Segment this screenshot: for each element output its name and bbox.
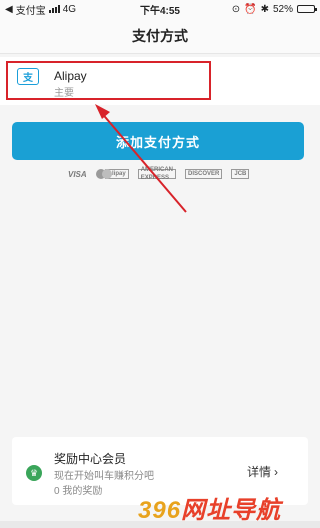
details-label: 详情 [247,465,272,479]
chevron-right-icon: › [274,464,279,479]
rewards-count: 0 我的奖励 [54,486,103,497]
alarm-icon: ⏰ [244,3,257,15]
rewards-details-link[interactable]: 详情 › [247,463,278,480]
watermark-number: 396 [138,497,182,524]
card-brand-logos: VISA Alipay AMERICAN EXPRESS DISCOVER JC… [68,167,250,181]
crown-icon: ♛ [26,465,42,481]
watermark: 396网址导航 [138,490,281,525]
nav-bar: 支付方式 [0,18,320,54]
signal-icon [48,5,60,13]
status-bar: ◀ 支付宝 4G 下午4:55 ⊙ ⏰ ✱ 52% [0,0,320,18]
battery-percent: 52% [272,3,293,15]
bluetooth-icon: ✱ [260,3,269,15]
lock-rotation-icon: ⊙ [231,3,241,15]
back-to-app-icon[interactable]: ◀ [5,4,13,15]
discover-logo: DISCOVER [185,169,223,179]
status-left: ◀ 支付宝 4G [5,2,232,17]
page-title: 支付方式 [132,27,188,44]
carrier-name: 支付宝 [15,5,46,17]
watermark-text: 网址导航 [181,497,282,524]
network-type: 4G [62,3,77,15]
rewards-description: 现在开始叫车赚积分吧 [54,471,154,482]
jcb-logo: JCB [231,169,250,179]
amex-logo: AMERICAN EXPRESS [137,167,177,181]
status-right: ⊙ ⏰ ✱ 52% [231,3,317,15]
bottom-tab-strip [0,521,320,528]
highlight-box [6,61,211,100]
add-payment-method-button[interactable]: 添加支付方式 [12,122,304,160]
visa-logo: VISA [68,169,87,179]
battery-icon [297,5,317,13]
rewards-title: 奖励中心会员 [54,452,127,466]
